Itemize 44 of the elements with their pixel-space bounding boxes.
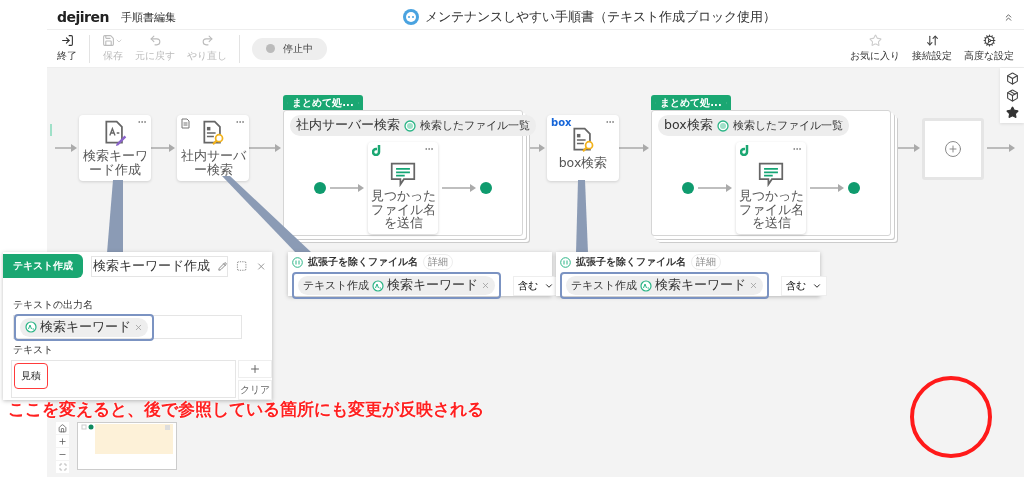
flow-block[interactable]: 社内サーバー検索 [177,115,249,181]
output-name-field[interactable]: 検索キーワード [13,315,242,339]
app-logo: dejiren [57,9,109,25]
block-name-field[interactable]: 検索キーワード作成 [91,255,229,277]
toolbar-button[interactable]: 高度な設定 [960,34,1018,63]
condition-title: 拡張子を除くファイル名 [576,255,686,269]
flow-block[interactable]: 見つかったファイル名を送信 [368,142,438,234]
flow-block[interactable]: 検索キーワード作成 [79,115,151,181]
document-title: メンテナンスしやすい手順書（テキスト作成ブロック使用） [425,8,776,26]
block-label: 社内サーバー検索 [180,148,246,177]
page-title: 手順書編集 [121,9,176,25]
field-label: テキスト [12,343,54,357]
condition-title: 拡張子を除くファイル名 [308,255,418,269]
annotation-text: ここを変えると、後で参照している箇所にも変更が反映される [8,398,484,421]
block-label: 検索キーワード作成 [82,148,148,177]
toolbar-button[interactable]: 接続設定 [908,34,956,63]
operator-select[interactable]: 含む [513,275,559,296]
pill-text: 社内サーバー検索 [296,117,400,134]
chip-text: 検索キーワード [655,277,746,294]
status-text: 停止中 [283,41,313,56]
block-label: 見つかったファイル名を送信 [738,188,804,230]
pill-text: box検索 [664,117,713,134]
variable-chip[interactable]: テキスト作成 検索キーワード [566,276,763,295]
toolbar-button[interactable]: お気に入り [846,34,904,63]
text-field[interactable]: 見積 [11,360,236,398]
box-logo: box [551,118,572,128]
flow-block[interactable]: 見つかったファイル名を送信 [736,142,806,234]
highlighted-text: 見積 [14,363,48,389]
chip-text: テキスト作成 [303,278,369,293]
operator-select[interactable]: 含む [781,275,827,296]
chip-text: 検索キーワード [40,318,131,336]
field-text: 検索キーワード作成 [92,257,210,275]
variable-chip[interactable]: 検索キーワード [20,317,148,337]
block-label: box検索 [558,155,608,170]
flow-block[interactable]: box box検索 [547,115,619,181]
clear-button[interactable]: クリア [238,380,272,400]
block-label: 見つかったファイル名を送信 [370,188,436,230]
pill-text: 検索したファイル一覧 [420,118,530,133]
toolbar-button[interactable]: 終了 [53,34,81,63]
chip-text: 検索キーワード [387,277,478,294]
pill-text: 検索したファイル一覧 [732,118,843,133]
field-label: テキストの出力名 [12,298,94,312]
variable-chip[interactable]: テキスト作成 検索キーワード [298,276,495,295]
chip-text: テキスト作成 [571,278,637,293]
